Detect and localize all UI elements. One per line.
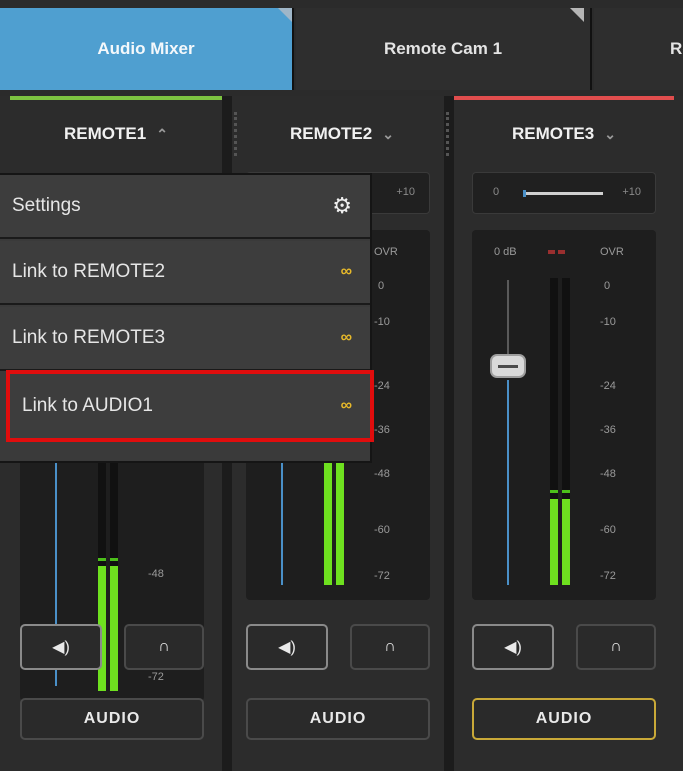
headphones-button[interactable]: ∩ — [124, 624, 204, 670]
tab-audio-mixer[interactable]: Audio Mixer — [0, 8, 294, 90]
tab-label: Re — [670, 39, 683, 58]
drag-handle-icon[interactable] — [446, 112, 449, 156]
tab-corner-icon — [570, 8, 584, 22]
channel-header-remote2[interactable]: REMOTE2 ⌄ — [242, 108, 442, 160]
menu-item-label: Link to REMOTE2 — [12, 261, 166, 282]
peak-marker — [562, 489, 570, 493]
menu-item-link-remote3[interactable]: Link to REMOTE3 ∞ — [0, 307, 370, 371]
speaker-icon: ◀) — [278, 639, 296, 656]
level-fill — [324, 442, 332, 585]
channel-header-remote1[interactable]: REMOTE1 ⌃ — [10, 108, 222, 160]
gain-slider[interactable]: 0 +10 — [472, 172, 656, 214]
channel-accent-bar — [454, 96, 674, 100]
headphones-button[interactable]: ∩ — [576, 624, 656, 670]
audio-button[interactable]: AUDIO — [246, 698, 430, 740]
audio-button-label: AUDIO — [83, 710, 141, 727]
channel-dropdown-menu: Settings ⚙ Link to REMOTE2 ∞ Link to REM… — [0, 173, 374, 463]
audio-button[interactable]: AUDIO — [20, 698, 204, 740]
gain-min-label: 0 — [493, 186, 500, 198]
strip-divider — [444, 96, 454, 771]
fader-track[interactable] — [507, 380, 509, 585]
channel-header-remote3[interactable]: REMOTE3 ⌄ — [454, 108, 674, 160]
chevron-down-icon[interactable]: ⌄ — [382, 126, 394, 143]
headphones-icon: ∩ — [158, 638, 170, 655]
chevron-down-icon[interactable]: ⌄ — [604, 126, 616, 143]
scale-label: -36 — [600, 424, 616, 436]
speaker-icon: ◀) — [52, 639, 70, 656]
level-bar-right — [562, 278, 570, 585]
tab-remote-cam-1[interactable]: Remote Cam 1 — [296, 8, 592, 90]
scale-label: -24 — [374, 380, 390, 392]
scale-label: -10 — [600, 316, 616, 328]
scale-label: -60 — [374, 524, 390, 536]
link-icon: ∞ — [340, 263, 352, 280]
speaker-button[interactable]: ◀) — [246, 624, 328, 670]
fader-track-upper[interactable] — [507, 280, 509, 360]
gain-max-label: +10 — [622, 186, 641, 198]
tab-label: Audio Mixer — [97, 39, 195, 58]
audio-button-label: AUDIO — [535, 710, 593, 727]
level-fill — [336, 442, 344, 585]
scale-label: 0 — [604, 280, 611, 292]
level-fill — [110, 566, 118, 691]
channel-accent-bar — [10, 96, 222, 100]
speaker-button[interactable]: ◀) — [472, 624, 554, 670]
peak-marker — [110, 558, 118, 562]
audio-button[interactable]: AUDIO — [472, 698, 656, 740]
tab-bar: Audio Mixer Remote Cam 1 Re — [0, 0, 683, 96]
over-label: OVR — [374, 246, 398, 258]
clip-indicator — [548, 250, 565, 254]
fader-track[interactable] — [281, 450, 283, 585]
gain-track[interactable] — [523, 192, 603, 195]
scale-label: -36 — [374, 424, 390, 436]
scale-label: 0 — [378, 280, 385, 292]
meter-panel: 0 dB OVR 0 -10 -24 -36 -48 -60 -72 — [472, 230, 656, 600]
headphones-icon: ∩ — [610, 638, 622, 655]
scale-label: -48 — [600, 468, 616, 480]
scale-label: -72 — [148, 671, 164, 683]
peak-marker — [98, 558, 106, 562]
speaker-icon: ◀) — [504, 639, 522, 656]
scale-label: -72 — [600, 570, 616, 582]
menu-item-label: Settings — [12, 195, 81, 216]
link-icon: ∞ — [340, 329, 352, 346]
menu-item-label: Link to AUDIO1 — [22, 395, 153, 416]
gear-icon: ⚙ — [332, 193, 352, 218]
scale-label: -60 — [600, 524, 616, 536]
db-readout: 0 dB — [494, 246, 517, 258]
level-fill — [562, 499, 570, 585]
channel-strip-remote3: REMOTE3 ⌄ 0 +10 0 dB OVR 0 -10 -24 -36 -… — [446, 96, 683, 771]
tab-label: Remote Cam 1 — [383, 39, 503, 58]
audio-button-label: AUDIO — [309, 710, 367, 727]
scale-label: -48 — [374, 468, 390, 480]
level-bar-right — [110, 451, 118, 691]
peak-marker — [550, 489, 558, 493]
gain-handle[interactable] — [523, 190, 526, 197]
scale-label: -72 — [374, 570, 390, 582]
headphones-button[interactable]: ∩ — [350, 624, 430, 670]
level-fill — [550, 499, 558, 585]
scale-label: -24 — [600, 380, 616, 392]
scale-label: -48 — [148, 568, 164, 580]
channel-name: REMOTE3 — [512, 124, 595, 143]
channel-name: REMOTE1 — [64, 124, 147, 143]
chevron-up-icon[interactable]: ⌃ — [156, 126, 168, 143]
headphones-icon: ∩ — [384, 638, 396, 655]
over-label: OVR — [600, 246, 624, 258]
link-icon: ∞ — [340, 397, 352, 414]
scale-label: -10 — [374, 316, 390, 328]
menu-item-link-remote2[interactable]: Link to REMOTE2 ∞ — [0, 241, 370, 305]
tab-re[interactable]: Re — [594, 8, 683, 90]
drag-handle-icon[interactable] — [234, 112, 237, 156]
channel-name: REMOTE2 — [290, 124, 373, 143]
tab-corner-icon — [278, 8, 292, 22]
menu-item-label: Link to REMOTE3 — [12, 327, 166, 348]
menu-item-settings[interactable]: Settings ⚙ — [0, 175, 370, 239]
menu-item-link-audio1[interactable]: Link to AUDIO1 ∞ — [6, 370, 374, 442]
gain-max-label: +10 — [396, 186, 415, 198]
fader-knob[interactable] — [490, 354, 526, 378]
level-bar-left — [550, 278, 558, 585]
speaker-button[interactable]: ◀) — [20, 624, 102, 670]
